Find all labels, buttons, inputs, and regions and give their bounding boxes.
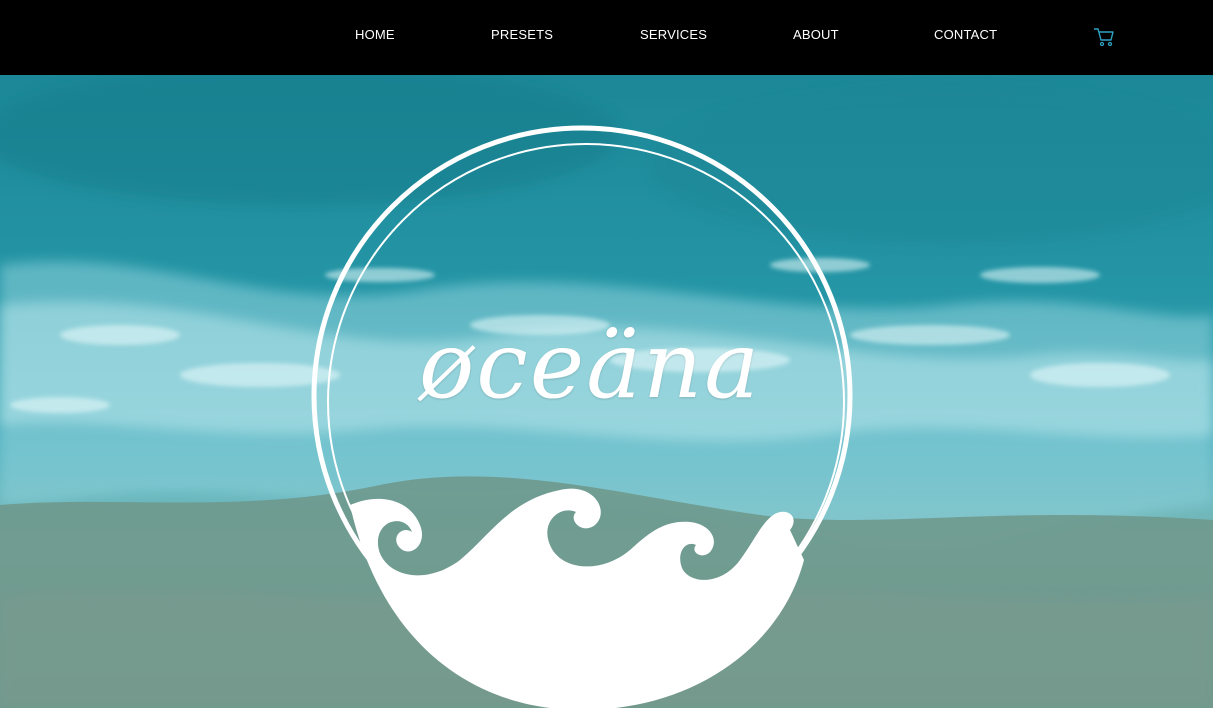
- nav-item-about[interactable]: ABOUT: [793, 27, 839, 42]
- top-navigation-bar: HOME PRESETS SERVICES ABOUT CONTACT: [0, 0, 1213, 75]
- nav-item-presets[interactable]: PRESETS: [491, 27, 553, 42]
- nav-item-services[interactable]: SERVICES: [640, 27, 707, 42]
- brand-name: øceäna: [418, 312, 762, 419]
- hero-ocean-banner: øceäna: [0, 75, 1213, 708]
- shopping-cart-icon[interactable]: [1093, 26, 1115, 48]
- nav-item-home[interactable]: HOME: [355, 27, 395, 42]
- nav-item-contact[interactable]: CONTACT: [934, 27, 997, 42]
